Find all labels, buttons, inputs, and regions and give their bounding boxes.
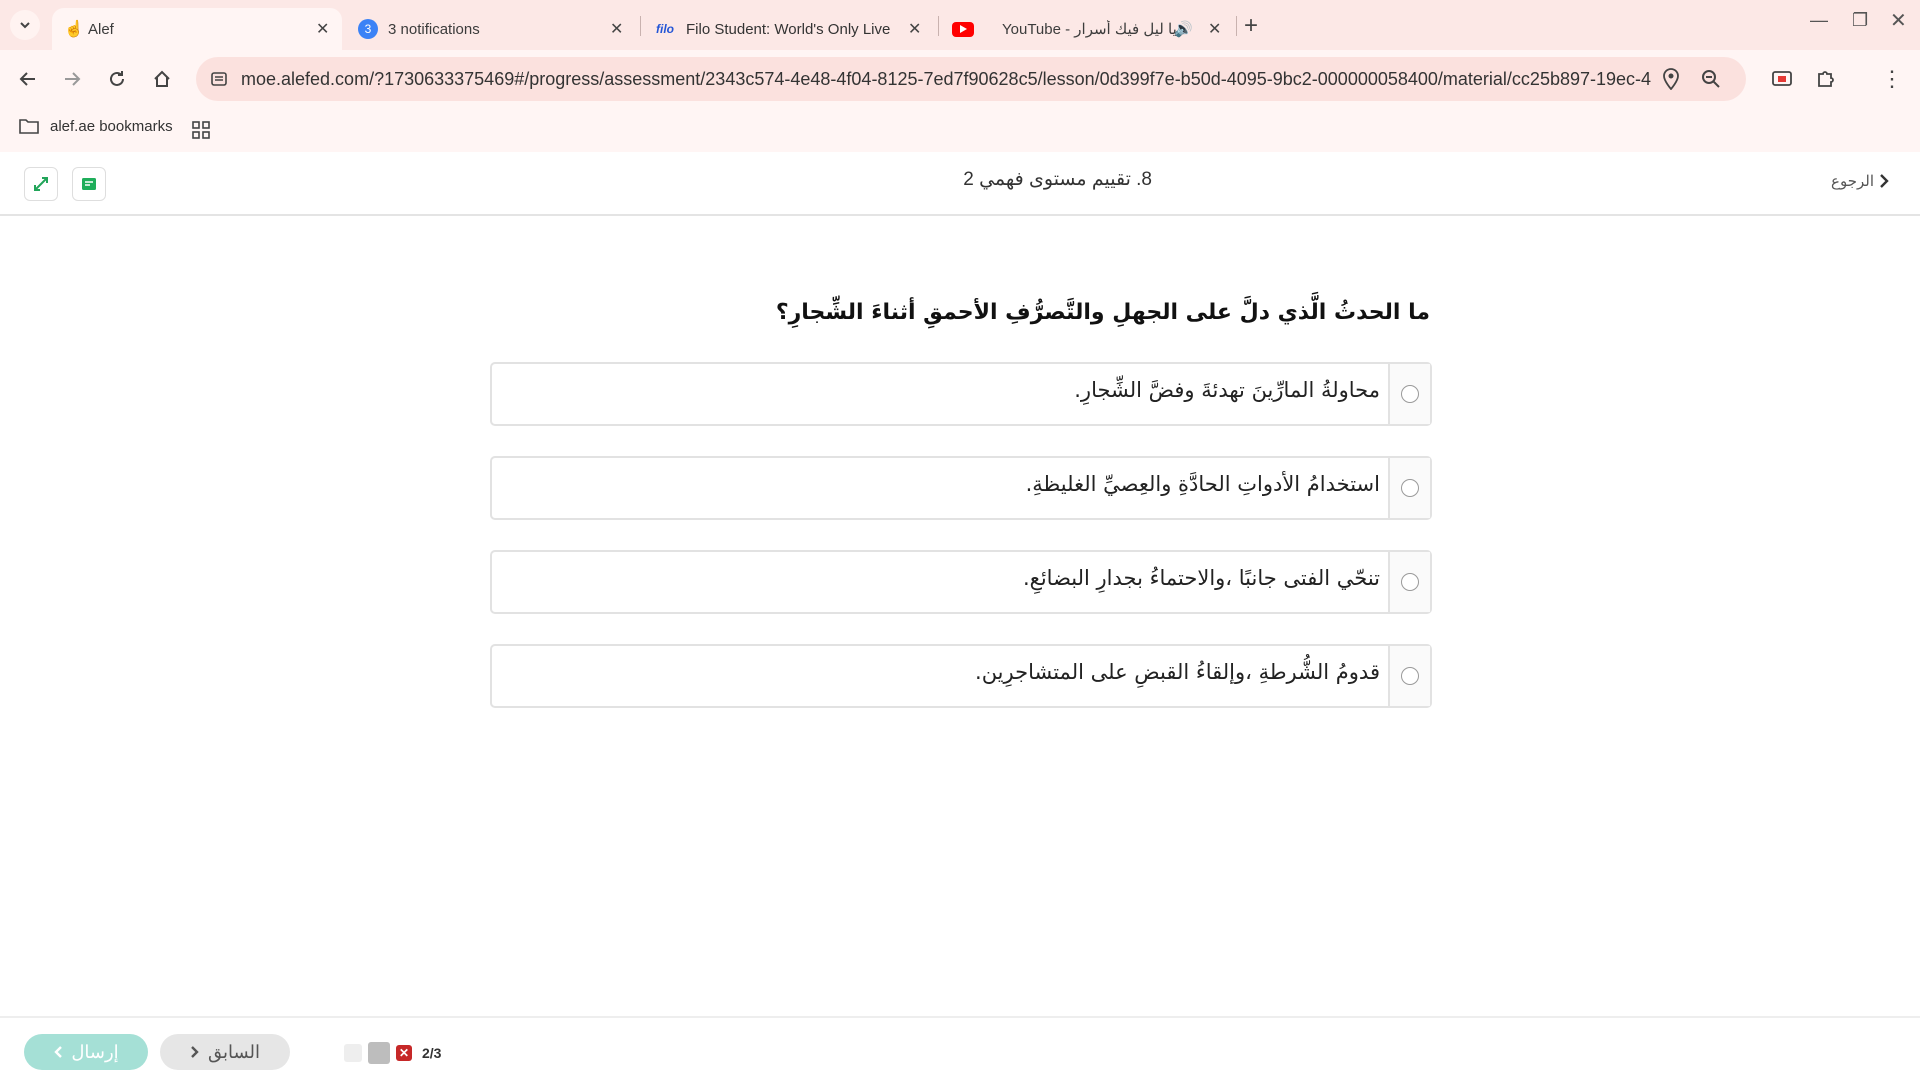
reload-icon[interactable] — [103, 65, 131, 93]
extensions-puzzle-icon[interactable] — [1812, 65, 1840, 93]
option-label: محاولةُ المارِّينَ تهدئةَ وفضَّ الشِّجار… — [1074, 378, 1380, 402]
submit-button[interactable]: إرسال — [24, 1034, 148, 1070]
option-label: قدومُ الشُّرطةِ ،وإلقاءُ القبضِ على المت… — [975, 660, 1380, 684]
tab-title: 3 notifications — [388, 20, 480, 38]
answer-option[interactable]: محاولةُ المارِّينَ تهدئةَ وفضَّ الشِّجار… — [490, 362, 1432, 426]
tab-strip: ☝ Alef ✕ 3 3 notifications ✕ filo Filo S… — [0, 0, 1920, 50]
sheet-icon — [82, 178, 96, 190]
fullscreen-button[interactable] — [24, 167, 58, 201]
location-pin-icon[interactable] — [1662, 68, 1680, 90]
option-radio-cell[interactable] — [1388, 552, 1430, 612]
youtube-favicon-icon — [952, 21, 974, 37]
home-icon[interactable] — [148, 65, 176, 93]
glossary-button[interactable] — [72, 167, 106, 201]
previous-label: السابق — [207, 1041, 261, 1062]
expand-icon — [34, 177, 48, 191]
option-label: استخدامُ الأدواتِ الحادَّةِ والعِصيِّ ال… — [1025, 472, 1380, 496]
speaker-icon[interactable]: 🔊 — [1174, 20, 1193, 38]
new-tab-icon[interactable]: + — [1244, 12, 1258, 40]
radio-button[interactable] — [1401, 385, 1419, 403]
chevron-down-icon — [20, 22, 30, 29]
chevron-right-icon — [1880, 174, 1889, 188]
tab-youtube[interactable]: YouTube - يا ليل فيك أسرار 🔊 ✕ — [952, 8, 1230, 50]
close-tab-icon[interactable]: ✕ — [908, 19, 921, 39]
filo-favicon-icon: filo — [656, 22, 674, 36]
back-arrow-icon[interactable] — [14, 65, 42, 93]
quiz-footer: إرسال السابق ✕ 2/3 — [0, 1016, 1920, 1082]
submit-label: إرسال — [71, 1041, 119, 1062]
chevron-left-icon — [54, 1046, 63, 1058]
close-window-icon[interactable]: ✕ — [1890, 8, 1907, 33]
minimize-icon[interactable]: — — [1810, 10, 1828, 31]
navigation-toolbar: moe.alefed.com/?1730633375469#/progress/… — [0, 50, 1920, 108]
tab-search-button[interactable] — [10, 10, 40, 40]
zoom-icon[interactable] — [1701, 69, 1721, 89]
lesson-header: 8. تقييم مستوى فهمي 2 الرجوع — [0, 152, 1920, 216]
question-text: ما الحدثُ الَّذي دلَّ على الجهلِ والتَّص… — [775, 300, 1430, 325]
option-radio-cell[interactable] — [1388, 364, 1430, 424]
url-text[interactable]: moe.alefed.com/?1730633375469#/progress/… — [241, 69, 1651, 90]
forward-arrow-icon[interactable] — [58, 65, 86, 93]
cast-icon[interactable] — [1768, 65, 1796, 93]
option-radio-cell[interactable] — [1388, 458, 1430, 518]
previous-button[interactable]: السابق — [160, 1034, 290, 1070]
apps-grid-icon[interactable] — [192, 121, 210, 139]
tab-separator — [1236, 16, 1237, 36]
chevron-right-icon — [191, 1046, 199, 1058]
tab-filo[interactable]: filo Filo Student: World's Only Live I ✕ — [654, 8, 924, 50]
radio-button[interactable] — [1401, 573, 1419, 591]
progress-box-unanswered[interactable] — [344, 1044, 362, 1062]
restore-icon[interactable]: ❐ — [1852, 10, 1868, 31]
wrong-answer-icon: ✕ — [396, 1045, 412, 1061]
progress-count: 2/3 — [422, 1045, 442, 1061]
page-title: 8. تقييم مستوى فهمي 2 — [963, 169, 1152, 190]
tab-separator — [640, 16, 641, 36]
close-tab-icon[interactable]: ✕ — [1208, 19, 1221, 39]
notification-badge-icon: 3 — [358, 19, 378, 39]
tab-notifications[interactable]: 3 3 notifications ✕ — [356, 8, 628, 50]
question-progress: ✕ 2/3 — [344, 1042, 441, 1064]
option-label: تنحّي الفتى جانبًا ،والاحتماءُ بجدارِ ال… — [1022, 566, 1380, 590]
close-tab-icon[interactable]: ✕ — [610, 19, 623, 39]
bookmark-folder-label: alef.ae bookmarks — [50, 117, 173, 135]
back-link-label: الرجوع — [1831, 173, 1874, 190]
folder-icon — [19, 119, 39, 134]
answer-option[interactable]: قدومُ الشُّرطةِ ،وإلقاءُ القبضِ على المت… — [490, 644, 1432, 708]
site-info-icon[interactable] — [210, 70, 228, 88]
close-tab-icon[interactable]: ✕ — [316, 19, 329, 39]
address-bar[interactable]: moe.alefed.com/?1730633375469#/progress/… — [196, 57, 1746, 101]
back-link[interactable]: الرجوع — [1831, 172, 1890, 190]
radio-button[interactable] — [1401, 667, 1419, 685]
tab-title: Alef — [88, 20, 114, 38]
radio-button[interactable] — [1401, 479, 1419, 497]
progress-box-current[interactable] — [368, 1042, 390, 1064]
more-vert-icon[interactable]: ⋮ — [1878, 65, 1906, 93]
bookmark-folder[interactable]: alef.ae bookmarks — [18, 117, 173, 135]
option-radio-cell[interactable] — [1388, 646, 1430, 706]
answer-option[interactable]: استخدامُ الأدواتِ الحادَّةِ والعِصيِّ ال… — [490, 456, 1432, 520]
tab-title: Filo Student: World's Only Live I — [686, 20, 891, 38]
answer-option[interactable]: تنحّي الفتى جانبًا ،والاحتماءُ بجدارِ ال… — [490, 550, 1432, 614]
tab-title: YouTube - يا ليل فيك أسرار — [1002, 21, 1177, 38]
alef-favicon-icon: ☝ — [64, 21, 84, 38]
tab-alef[interactable]: ☝ Alef ✕ — [52, 8, 342, 50]
bookmarks-bar: alef.ae bookmarks — [0, 108, 1920, 152]
tab-separator — [938, 16, 939, 36]
browser-chrome: ☝ Alef ✕ 3 3 notifications ✕ filo Filo S… — [0, 0, 1920, 152]
